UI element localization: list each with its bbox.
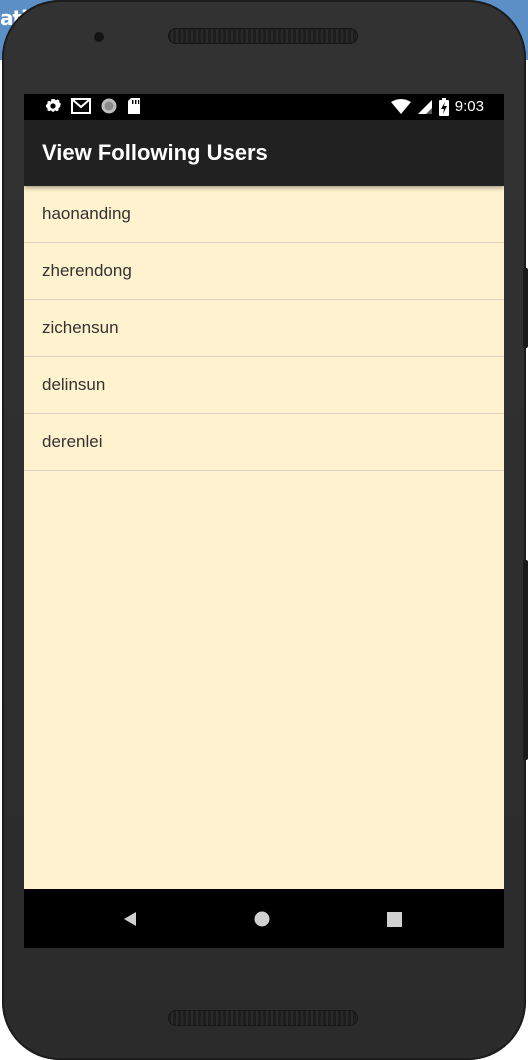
volume-rocker[interactable] <box>523 560 528 760</box>
status-time: 9:03 <box>454 98 484 115</box>
sd-card-icon <box>127 97 141 115</box>
username-label: delinsun <box>42 375 106 394</box>
power-button[interactable] <box>523 268 528 348</box>
top-speaker <box>168 28 358 44</box>
battery-charging-icon <box>438 98 449 116</box>
recents-icon[interactable] <box>382 907 406 931</box>
sync-circle-icon <box>100 97 118 115</box>
bottom-speaker <box>168 1010 358 1026</box>
username-label: zherendong <box>42 261 132 280</box>
front-camera <box>94 32 104 42</box>
list-item-user[interactable]: delinsun <box>24 357 504 414</box>
username-label: haonanding <box>42 204 131 223</box>
status-bar: 9:03 <box>24 94 504 120</box>
navigation-bar <box>24 889 504 948</box>
cell-signal-icon <box>417 99 433 115</box>
phone-frame: 9:03 View Following Users haonanding zhe… <box>2 0 528 1060</box>
page-title: View Following Users <box>42 140 268 165</box>
list-item-user[interactable]: zichensun <box>24 300 504 357</box>
following-users-list: haonanding zherendong zichensun delinsun… <box>24 186 504 471</box>
list-item-user[interactable]: haonanding <box>24 186 504 243</box>
back-icon[interactable] <box>118 907 142 931</box>
app-bar: View Following Users <box>24 120 504 186</box>
device-screen: 9:03 View Following Users haonanding zhe… <box>24 94 504 948</box>
username-label: zichensun <box>42 318 119 337</box>
list-item-user[interactable]: derenlei <box>24 414 504 471</box>
settings-icon <box>44 97 62 115</box>
username-label: derenlei <box>42 432 103 451</box>
list-item-user[interactable]: zherendong <box>24 243 504 300</box>
home-icon[interactable] <box>250 907 274 931</box>
wifi-icon <box>390 99 411 115</box>
gmail-icon <box>71 98 91 114</box>
